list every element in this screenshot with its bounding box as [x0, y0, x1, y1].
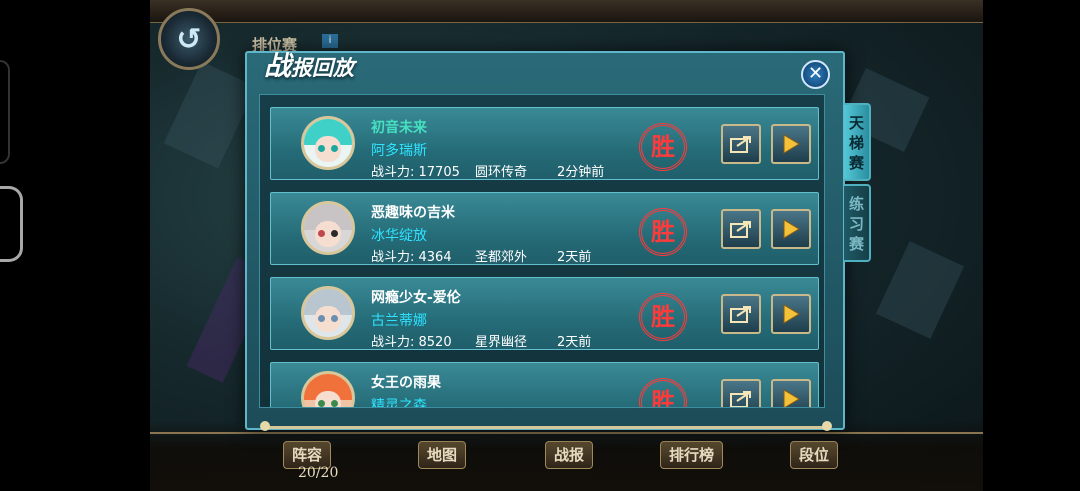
share-button[interactable]	[721, 209, 761, 249]
nav-report-button[interactable]: 战报	[545, 441, 594, 469]
share-button[interactable]	[721, 124, 761, 164]
battle-row: 网瘾少女-爱伦 古兰蒂娜 战斗力: 8520 星界幽径 2天前 胜	[270, 277, 819, 350]
play-replay-button[interactable]	[771, 209, 811, 249]
nav-tier-button[interactable]: 段位	[790, 441, 839, 469]
ornament-knob-left	[260, 421, 270, 431]
nav-ranking-button[interactable]: 排行榜	[660, 441, 724, 469]
play-icon	[783, 134, 800, 154]
nav-map-button[interactable]: 地图	[418, 441, 467, 469]
lineup-count: 20/20	[298, 465, 339, 481]
play-replay-button[interactable]	[771, 124, 811, 164]
share-button[interactable]	[721, 379, 761, 407]
player-avatar	[301, 371, 355, 407]
battle-time: 2分钟前	[557, 165, 605, 180]
tab-practice-label: 练习赛	[848, 195, 864, 253]
win-stamp: 胜	[639, 123, 687, 171]
play-replay-button[interactable]	[771, 294, 811, 334]
close-button[interactable]: ✕	[801, 60, 830, 89]
player-name: 网瘾少女-爱伦	[371, 290, 461, 306]
share-icon	[730, 391, 751, 407]
battle-row: 恶趣味の吉米 冰华绽放 战斗力: 4364 圣都郊外 2天前 胜	[270, 192, 819, 265]
dialog-bottom-ornament	[263, 426, 829, 429]
player-name: 女王の雨果	[371, 375, 441, 391]
player-guild: 精灵之森	[371, 398, 427, 408]
back-arrow-icon: ↺	[176, 21, 202, 57]
player-guild: 阿多瑞斯	[371, 143, 427, 159]
player-stats: 战斗力: 8520 星界幽径 2天前	[371, 331, 591, 350]
player-guild: 冰华绽放	[371, 228, 427, 244]
battle-location: 星界幽径	[475, 335, 528, 350]
tab-practice[interactable]: 练习赛	[844, 184, 871, 262]
dialog-title-first: 战	[264, 51, 291, 82]
battle-location: 圣都郊外	[475, 250, 528, 265]
top-ornament-bar	[150, 0, 983, 23]
dialog-title: 战报回放	[264, 44, 354, 83]
tab-ladder-label: 天梯赛	[848, 114, 864, 172]
play-replay-button[interactable]	[771, 379, 811, 407]
player-guild: 古兰蒂娜	[371, 313, 427, 329]
ornament-knob-right	[822, 421, 832, 431]
tab-ladder[interactable]: 天梯赛	[844, 103, 871, 181]
player-name: 初音未来	[371, 120, 427, 136]
player-stats: 战斗力: 17705 圆环传奇 2分钟前	[371, 161, 604, 180]
win-stamp: 胜	[639, 378, 687, 407]
win-stamp: 胜	[639, 208, 687, 256]
phone-side-button	[0, 186, 23, 262]
battle-power: 战斗力: 17705	[371, 165, 460, 180]
play-icon	[783, 219, 800, 239]
battle-row: 女王の雨果 精灵之森 胜	[270, 362, 819, 408]
battle-time: 2天前	[557, 250, 592, 265]
dialog-title-rest: 报回放	[291, 56, 354, 80]
share-icon	[730, 136, 751, 153]
share-button[interactable]	[721, 294, 761, 334]
play-icon	[783, 304, 800, 324]
share-icon	[730, 306, 751, 323]
battle-time: 2天前	[557, 335, 592, 350]
play-icon	[783, 389, 800, 407]
battle-location: 圆环传奇	[475, 165, 528, 180]
share-icon	[730, 221, 751, 238]
phone-frame-edge	[0, 60, 10, 164]
back-button[interactable]: ↺	[158, 8, 220, 70]
player-avatar	[301, 286, 355, 340]
bottom-ornament-line	[150, 432, 983, 434]
battle-row: 初音未来 阿多瑞斯 战斗力: 17705 圆环传奇 2分钟前 胜	[270, 107, 819, 180]
battle-power: 战斗力: 8520	[371, 335, 452, 350]
player-name: 恶趣味の吉米	[371, 205, 455, 221]
battle-power: 战斗力: 4364	[371, 250, 452, 265]
close-icon: ✕	[807, 63, 824, 84]
player-avatar	[301, 116, 355, 170]
player-stats: 战斗力: 4364 圣都郊外 2天前	[371, 246, 591, 265]
win-stamp: 胜	[639, 293, 687, 341]
player-avatar	[301, 201, 355, 255]
battle-list[interactable]: 初音未来 阿多瑞斯 战斗力: 17705 圆环传奇 2分钟前 胜 恶趣味の吉米 冰华…	[259, 94, 825, 408]
